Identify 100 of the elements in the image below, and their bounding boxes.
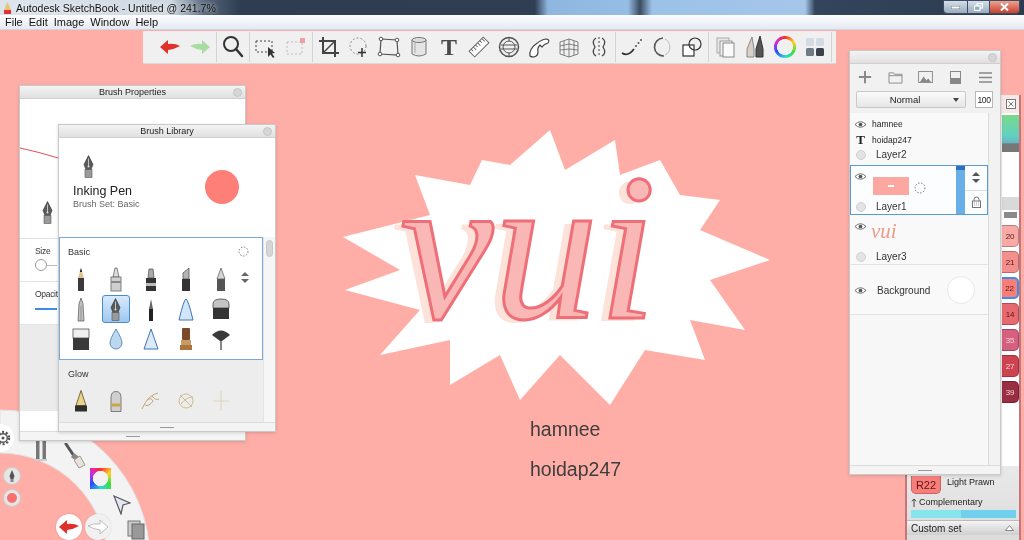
up-down-arrows-icon[interactable] — [241, 272, 249, 283]
caret-icon — [953, 97, 959, 102]
circle-toggle[interactable] — [855, 201, 866, 212]
layer-item[interactable]: Layer1 — [850, 165, 988, 215]
layer-name: Background — [877, 284, 932, 296]
current-color-swatch[interactable]: R22 — [911, 476, 941, 494]
custom-set-label: Custom set — [911, 522, 963, 534]
eye-icon[interactable] — [854, 285, 867, 295]
minimize-icon — [951, 5, 960, 9]
lock-icon[interactable] — [971, 196, 981, 209]
menu-icon — [978, 71, 992, 83]
resize-grip[interactable] — [918, 468, 932, 472]
dashed-circle-icon — [914, 182, 926, 194]
menu-item[interactable]: File — [2, 15, 26, 29]
cursor-arrow-icon[interactable] — [113, 495, 131, 515]
color-swatch[interactable]: 27 — [1002, 355, 1019, 377]
menu-item[interactable]: Help — [132, 15, 162, 29]
layers-icon[interactable] — [127, 520, 145, 540]
canvas-text: hoidap247 — [530, 460, 622, 480]
window-title: Autodesk SketchBook - Untitled @ 241.7% — [16, 1, 216, 14]
eye-icon[interactable] — [854, 222, 867, 231]
panel-title: Brush Library — [140, 126, 194, 136]
layer-name: Layer2 — [876, 149, 907, 160]
layer-thumbnail — [873, 177, 909, 195]
cone-icon — [177, 297, 194, 321]
complementary-color-bar[interactable] — [911, 510, 1016, 518]
custom-set-header[interactable]: Custom set — [907, 520, 1019, 535]
brush-name: Inking Pen — [73, 184, 133, 198]
scribble-icon — [177, 393, 194, 409]
paintbrush-icon[interactable] — [64, 443, 86, 469]
undo-button[interactable] — [56, 514, 82, 540]
lettering: vui — [400, 142, 657, 352]
stamp-icon — [179, 328, 192, 350]
color-bar — [1004, 212, 1017, 218]
text-layer-preview: hoidap247 — [872, 134, 912, 145]
color-swatch[interactable]: 20 — [1002, 225, 1019, 247]
scrollbar-thumb[interactable] — [266, 240, 273, 257]
color-wheel-icon[interactable] — [90, 468, 111, 489]
brush-color-swatch[interactable] — [205, 170, 239, 204]
cone-pen-icon — [74, 390, 87, 412]
color-swatch[interactable]: 21 — [1002, 251, 1019, 273]
layer-thumbnail-text: vui — [871, 220, 897, 242]
eye-icon[interactable] — [854, 119, 867, 129]
up-down-arrows-icon[interactable] — [972, 172, 980, 184]
arrow-icon[interactable] — [911, 497, 917, 507]
text-tool-button[interactable]: T — [434, 32, 464, 62]
circle-toggle[interactable] — [855, 149, 866, 160]
leaf-sketch-icon — [141, 392, 160, 410]
opacity-field[interactable]: 100 — [975, 91, 993, 108]
crop-icon — [317, 35, 341, 59]
resize-grip[interactable] — [125, 434, 140, 438]
fan-brush-icon — [211, 328, 230, 350]
pen-nib-icon — [83, 155, 94, 178]
tab-bar — [1002, 197, 1019, 210]
undo-icon — [59, 519, 79, 535]
redo-icon — [88, 519, 108, 535]
window-close-button[interactable] — [990, 0, 1020, 14]
color-wheel-icon — [774, 36, 796, 58]
search-icon — [221, 35, 245, 59]
ellipse-guide-icon — [497, 35, 521, 59]
circle-toggle[interactable] — [855, 251, 866, 262]
capsule-pen-icon — [109, 390, 122, 412]
scrollbar[interactable] — [263, 237, 275, 422]
resize-grip[interactable] — [160, 425, 174, 429]
slider-knob[interactable] — [35, 259, 47, 271]
blend-mode-dropdown[interactable]: Normal — [856, 91, 966, 108]
menu-item[interactable]: Edit — [25, 15, 51, 29]
brush-set-name: Basic — [68, 246, 91, 257]
rounded-eraser-icon — [211, 298, 230, 320]
restore-button[interactable] — [968, 0, 990, 14]
perspective-grid-icon — [557, 35, 581, 59]
close-icon — [1000, 3, 1009, 11]
color-swatch[interactable]: 14 — [1002, 303, 1019, 325]
french-curve-icon — [527, 35, 551, 59]
minimize-button[interactable] — [943, 0, 968, 14]
eraser-icon — [71, 327, 90, 351]
pencil-icon — [3, 1, 12, 14]
gear-icon[interactable] — [0, 424, 14, 452]
color-gradient-strip[interactable] — [1002, 115, 1019, 152]
caret-icon — [1005, 525, 1014, 531]
eye-icon[interactable] — [854, 172, 867, 181]
color-swatch[interactable]: 39 — [1002, 381, 1019, 403]
color-dot-icon[interactable] — [3, 489, 21, 507]
size-slider[interactable] — [35, 259, 57, 271]
layer-icon — [949, 70, 961, 84]
layer-name: Layer3 — [876, 251, 907, 262]
menu-item[interactable]: Image — [50, 15, 88, 29]
opacity-slider[interactable] — [35, 305, 57, 313]
pen-tip-icon — [76, 296, 85, 322]
pen-in-circle-icon[interactable] — [3, 467, 21, 485]
brush-option[interactable] — [101, 295, 130, 323]
color-swatch[interactable]: 22 — [1002, 277, 1019, 299]
pen-nib-icon — [110, 297, 121, 321]
close-box-icon[interactable] — [1005, 99, 1016, 109]
thin-cross-icon — [212, 391, 229, 411]
opacity-label: Opacit — [35, 289, 58, 299]
menu-item[interactable]: Window — [87, 15, 133, 29]
bars-icon[interactable] — [35, 441, 47, 461]
pages-icon — [713, 35, 737, 59]
text-layer-glyph: T — [856, 133, 865, 146]
